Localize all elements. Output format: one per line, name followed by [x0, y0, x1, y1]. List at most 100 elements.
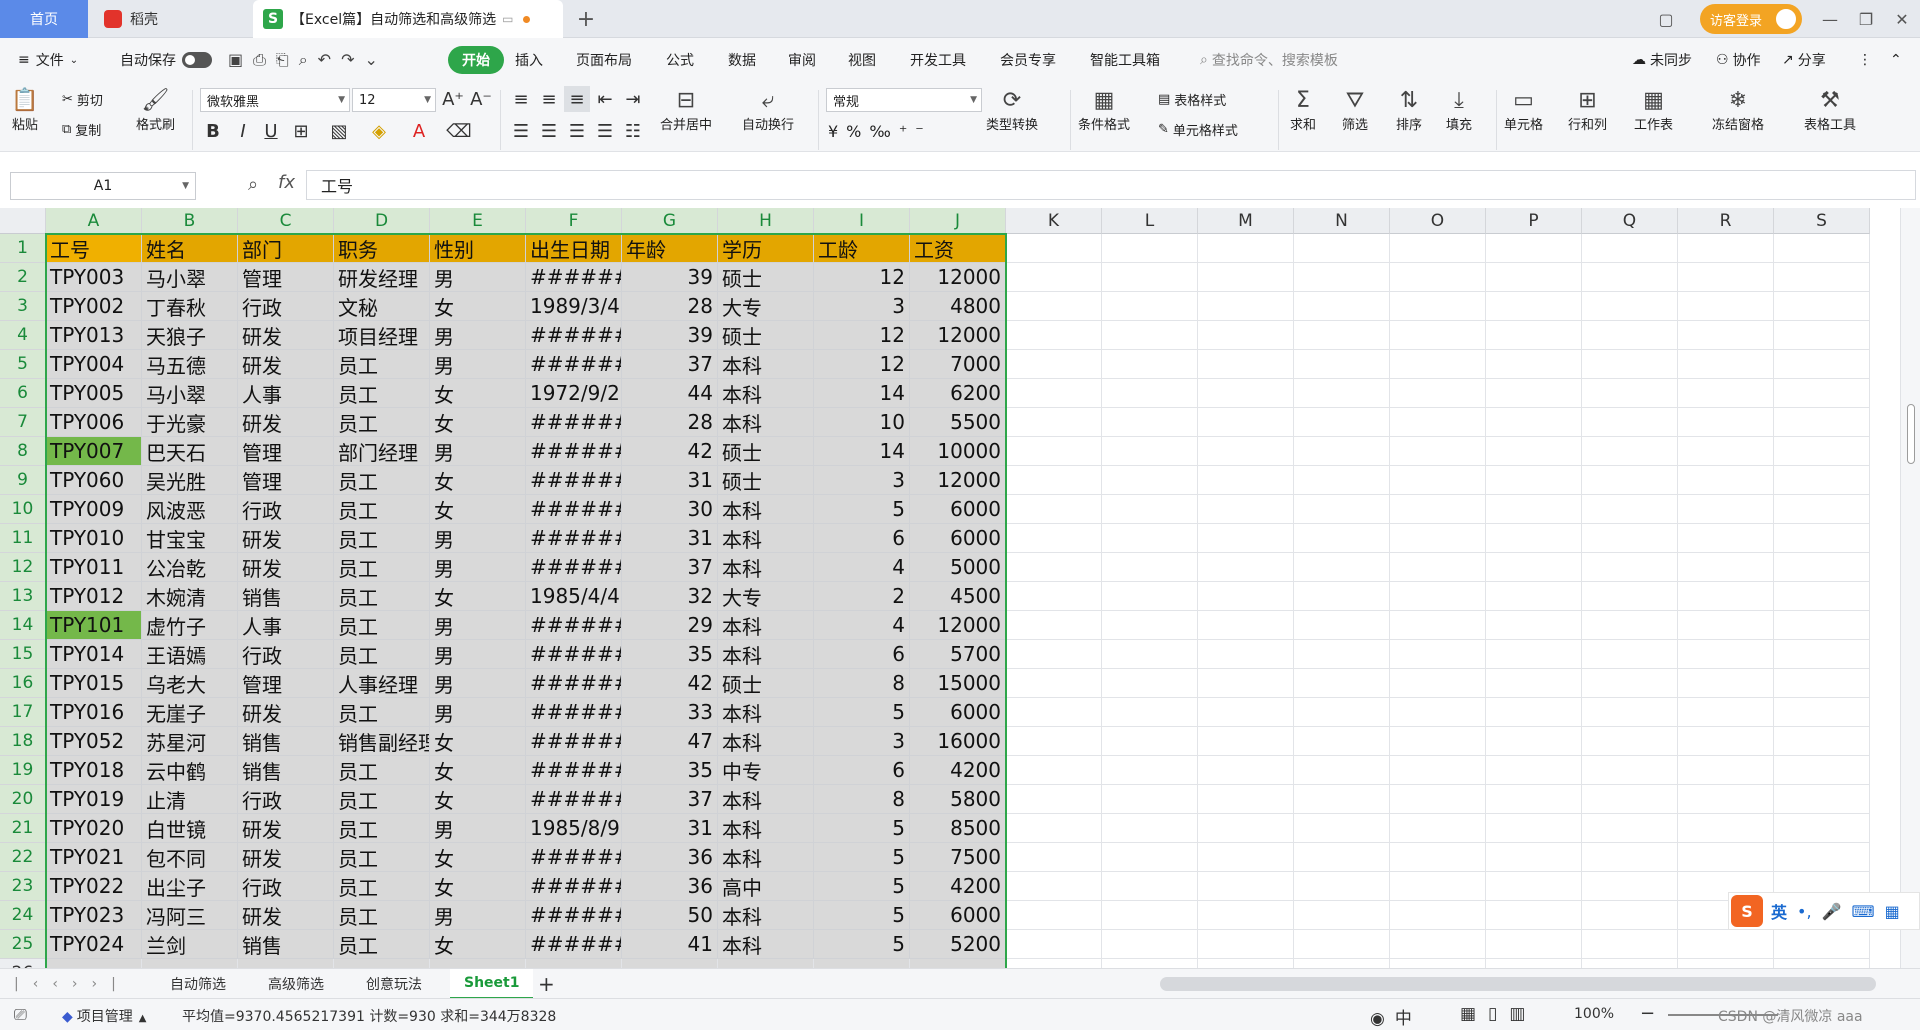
- data-cell[interactable]: 于光豪: [142, 408, 238, 437]
- bold-icon[interactable]: B: [200, 118, 226, 144]
- data-cell[interactable]: 男: [430, 611, 526, 640]
- empty-cell[interactable]: [1678, 350, 1774, 379]
- data-cell[interactable]: 丁春秋: [142, 292, 238, 321]
- data-cell[interactable]: 30: [622, 495, 718, 524]
- data-cell[interactable]: 女: [430, 727, 526, 756]
- empty-cell[interactable]: [1198, 959, 1294, 968]
- data-cell[interactable]: 7500: [910, 843, 1006, 872]
- data-cell[interactable]: 1985/8/9: [526, 814, 622, 843]
- column-header[interactable]: C: [238, 208, 334, 234]
- vertical-scroll-thumb[interactable]: [1907, 404, 1915, 464]
- tab-data[interactable]: 数据: [728, 38, 756, 82]
- data-cell[interactable]: 16000: [910, 727, 1006, 756]
- view-mode-icons[interactable]: ▦▯▥: [1460, 1004, 1537, 1024]
- column-header[interactable]: F: [526, 208, 622, 234]
- row-header[interactable]: 3: [0, 292, 46, 321]
- empty-cell[interactable]: [1198, 611, 1294, 640]
- empty-cell[interactable]: [1486, 756, 1582, 785]
- data-cell[interactable]: 15000: [910, 669, 1006, 698]
- data-cell[interactable]: TPY015: [46, 669, 142, 698]
- empty-cell[interactable]: [1198, 930, 1294, 959]
- sheet-tab-auto-filter[interactable]: 自动筛选: [170, 969, 226, 999]
- data-cell[interactable]: 木婉清: [142, 582, 238, 611]
- empty-cell[interactable]: [1198, 553, 1294, 582]
- data-cell[interactable]: TPY014: [46, 640, 142, 669]
- row-header[interactable]: 17: [0, 698, 46, 727]
- data-cell[interactable]: 公冶乾: [142, 553, 238, 582]
- empty-cell[interactable]: [1006, 582, 1102, 611]
- empty-cell[interactable]: [1102, 814, 1198, 843]
- empty-cell[interactable]: [1390, 582, 1486, 611]
- row-header[interactable]: 13: [0, 582, 46, 611]
- data-cell[interactable]: 14: [814, 437, 910, 466]
- data-cell[interactable]: 女: [430, 466, 526, 495]
- data-cell[interactable]: 员工: [334, 930, 430, 959]
- data-cell[interactable]: 天狼子: [142, 321, 238, 350]
- empty-cell[interactable]: [1582, 263, 1678, 292]
- empty-cell[interactable]: [1390, 350, 1486, 379]
- tab-smart-toolbox[interactable]: 智能工具箱: [1090, 38, 1160, 82]
- tab-home[interactable]: 首页: [0, 0, 88, 38]
- window-layout-icon[interactable]: ▢: [1646, 0, 1686, 38]
- data-cell[interactable]: 4200: [910, 872, 1006, 901]
- data-cell[interactable]: 巴天石: [142, 437, 238, 466]
- empty-cell[interactable]: [1102, 785, 1198, 814]
- data-cell[interactable]: 管理: [238, 263, 334, 292]
- empty-cell[interactable]: [1006, 698, 1102, 727]
- file-menu[interactable]: ≡ 文件 ⌄: [18, 38, 78, 82]
- data-cell[interactable]: 马五德: [142, 350, 238, 379]
- data-cell[interactable]: TPY009: [46, 495, 142, 524]
- row-header[interactable]: 6: [0, 379, 46, 408]
- data-cell[interactable]: #######: [526, 698, 622, 727]
- empty-cell[interactable]: [1294, 843, 1390, 872]
- empty-cell[interactable]: [1198, 669, 1294, 698]
- data-cell[interactable]: 冯阿三: [142, 901, 238, 930]
- empty-cell[interactable]: [1486, 321, 1582, 350]
- data-cell[interactable]: 4: [814, 611, 910, 640]
- empty-cell[interactable]: [1390, 698, 1486, 727]
- font-name-select[interactable]: 微软雅黑 ▼: [200, 88, 350, 112]
- data-cell[interactable]: 42: [622, 669, 718, 698]
- close-icon[interactable]: ✕: [1882, 0, 1920, 38]
- header-cell[interactable]: 工资: [910, 234, 1006, 263]
- indent-increase-icon[interactable]: ⇥: [620, 86, 646, 112]
- empty-cell[interactable]: [1486, 727, 1582, 756]
- empty-cell[interactable]: [1102, 466, 1198, 495]
- empty-cell[interactable]: [1102, 959, 1198, 968]
- empty-cell[interactable]: [1390, 495, 1486, 524]
- data-cell[interactable]: 研发: [238, 321, 334, 350]
- empty-cell[interactable]: [1774, 234, 1870, 263]
- data-cell[interactable]: 8500: [910, 814, 1006, 843]
- empty-cell[interactable]: [1486, 698, 1582, 727]
- row-header[interactable]: 25: [0, 930, 46, 959]
- empty-cell[interactable]: [1774, 959, 1870, 968]
- data-cell[interactable]: 47: [622, 727, 718, 756]
- empty-cell[interactable]: [1006, 234, 1102, 263]
- data-cell[interactable]: 12: [814, 350, 910, 379]
- tab-document[interactable]: S 【Excel篇】自动筛选和高级筛选 ▭: [253, 0, 563, 38]
- data-cell[interactable]: 本科: [718, 611, 814, 640]
- empty-cell[interactable]: [1390, 640, 1486, 669]
- data-cell[interactable]: 5: [814, 495, 910, 524]
- empty-cell[interactable]: [1006, 959, 1102, 968]
- data-cell[interactable]: 4800: [910, 292, 1006, 321]
- data-cell[interactable]: 5500: [910, 408, 1006, 437]
- data-cell[interactable]: TPY010: [46, 524, 142, 553]
- data-cell[interactable]: 研发: [238, 350, 334, 379]
- empty-cell[interactable]: [1294, 379, 1390, 408]
- empty-cell[interactable]: [1390, 959, 1486, 968]
- empty-cell[interactable]: [1774, 727, 1870, 756]
- empty-cell[interactable]: [1198, 814, 1294, 843]
- header-cell[interactable]: 职务: [334, 234, 430, 263]
- data-cell[interactable]: TPY019: [46, 785, 142, 814]
- data-cell[interactable]: 5700: [910, 640, 1006, 669]
- data-cell[interactable]: 行政: [238, 785, 334, 814]
- data-cell[interactable]: 员工: [334, 379, 430, 408]
- align-top-icon[interactable]: ≡: [508, 86, 534, 112]
- empty-cell[interactable]: [1486, 901, 1582, 930]
- data-cell[interactable]: 大专: [718, 582, 814, 611]
- data-cell[interactable]: 员工: [334, 901, 430, 930]
- data-cell[interactable]: 马小翠: [142, 379, 238, 408]
- empty-cell[interactable]: [814, 959, 910, 968]
- data-cell[interactable]: 员工: [334, 582, 430, 611]
